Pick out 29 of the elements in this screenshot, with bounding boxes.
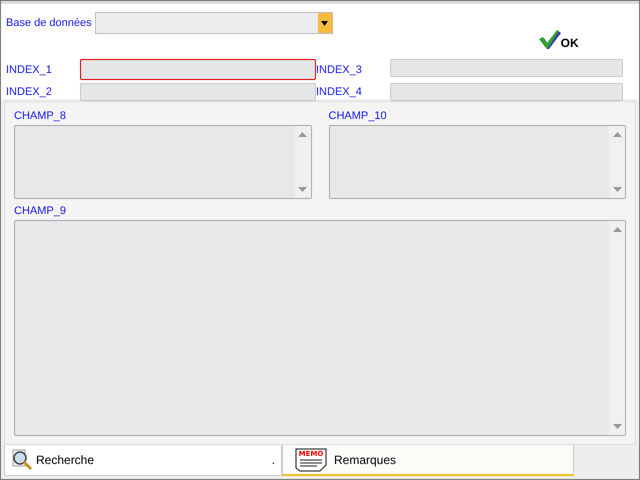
memo-label: CHAMP_9 bbox=[14, 205, 67, 217]
index-label: INDEX_1 bbox=[6, 64, 53, 76]
index-field[interactable] bbox=[390, 59, 623, 77]
scroll-up-icon[interactable] bbox=[612, 227, 622, 232]
scroll-up-icon[interactable] bbox=[612, 132, 622, 137]
index-label: INDEX_3 bbox=[316, 64, 363, 76]
memo-label: CHAMP_8 bbox=[14, 110, 67, 122]
scrollbar[interactable] bbox=[609, 126, 625, 198]
dot-mark: . bbox=[272, 453, 275, 467]
index-label: INDEX_4 bbox=[316, 86, 363, 98]
memo-field[interactable] bbox=[328, 125, 626, 199]
scroll-up-icon[interactable] bbox=[298, 132, 307, 137]
memo-label: CHAMP_10 bbox=[328, 110, 388, 122]
search-icon bbox=[11, 449, 33, 471]
scroll-down-icon[interactable] bbox=[612, 424, 622, 429]
checkmark-icon bbox=[538, 30, 561, 50]
memo-field[interactable] bbox=[14, 125, 312, 199]
memo-field[interactable] bbox=[14, 220, 626, 436]
ok-button[interactable]: OK bbox=[538, 30, 579, 50]
index-label: INDEX_2 bbox=[6, 86, 53, 98]
scroll-down-icon[interactable] bbox=[612, 187, 622, 192]
tab[interactable]: Recherche . bbox=[4, 445, 282, 476]
database-label: Base de données bbox=[6, 17, 92, 29]
scrollbar[interactable] bbox=[609, 221, 625, 435]
index-field[interactable] bbox=[390, 83, 623, 101]
index-field[interactable] bbox=[80, 83, 316, 101]
scroll-down-icon[interactable] bbox=[298, 187, 307, 192]
scrollbar[interactable] bbox=[294, 126, 310, 198]
index-field[interactable] bbox=[80, 59, 316, 80]
